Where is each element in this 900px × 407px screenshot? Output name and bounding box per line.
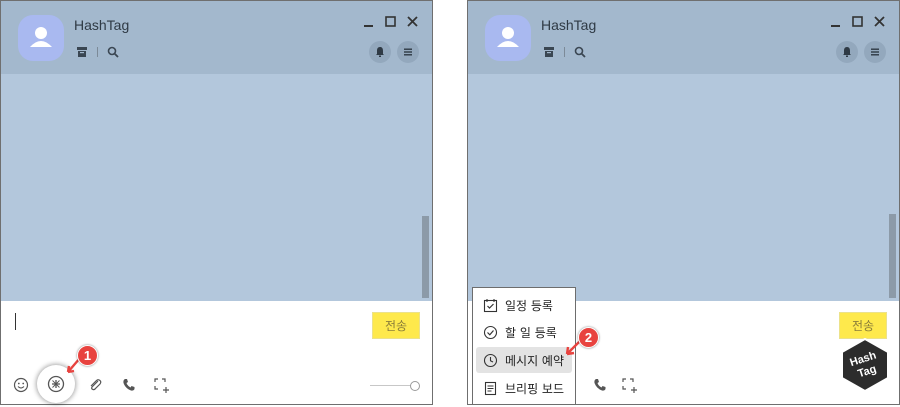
close-icon[interactable]: [873, 13, 886, 27]
send-button[interactable]: 전송: [839, 312, 887, 339]
person-icon: [30, 27, 52, 47]
header-right-buttons: [836, 41, 886, 63]
header-tools: [543, 45, 586, 59]
minimize-icon[interactable]: [362, 13, 375, 27]
capture-icon[interactable]: [619, 375, 639, 395]
menu-item-label: 브리핑 보드: [505, 381, 565, 396]
menu-item-schedule-message[interactable]: 메시지 예약: [476, 347, 572, 373]
window-controls: [829, 13, 886, 27]
chat-window-left: HashTag 전송: [0, 0, 433, 405]
menu-item-schedule[interactable]: 일정 등록: [476, 292, 572, 318]
chat-header: HashTag: [468, 1, 899, 74]
chat-title: HashTag: [541, 17, 597, 33]
hamburger-icon: [404, 48, 412, 56]
emoticon-icon[interactable]: [11, 375, 31, 395]
chat-title: HashTag: [74, 17, 130, 33]
menu-button[interactable]: [397, 41, 419, 63]
paperclip-icon[interactable]: [85, 375, 105, 395]
scrollbar[interactable]: [422, 216, 429, 298]
menu-item-label: 일정 등록: [505, 298, 553, 313]
phone-icon[interactable]: [119, 375, 139, 395]
search-icon[interactable]: [574, 43, 586, 62]
bell-icon: [376, 47, 384, 57]
chat-area[interactable]: [468, 74, 899, 301]
send-button[interactable]: 전송: [372, 312, 420, 339]
menu-item-todo[interactable]: 할 일 등록: [476, 319, 572, 345]
divider: [97, 47, 98, 57]
document-icon: [484, 381, 497, 395]
menu-item-briefing-board[interactable]: 브리핑 보드: [476, 375, 572, 401]
chat-area[interactable]: [1, 74, 432, 301]
phone-icon[interactable]: [590, 375, 610, 395]
header-tools: [76, 45, 119, 59]
menu-button[interactable]: [864, 41, 886, 63]
opacity-slider[interactable]: [370, 381, 420, 391]
hashtag-logo: Hash Tag: [840, 337, 890, 393]
archive-icon[interactable]: [76, 43, 88, 62]
slider-knob[interactable]: [410, 381, 420, 391]
person-icon: [497, 27, 519, 47]
step-badge-1: 1: [77, 345, 98, 366]
bell-icon: [843, 47, 851, 57]
step-badge-2: 2: [578, 327, 599, 348]
check-circle-icon: [483, 325, 498, 339]
close-icon[interactable]: [406, 13, 419, 27]
clock-icon: [483, 353, 498, 367]
menu-item-label: 메시지 예약: [505, 353, 565, 368]
chat-header: HashTag: [1, 1, 432, 74]
maximize-icon[interactable]: [851, 13, 864, 27]
notification-button[interactable]: [836, 41, 858, 63]
avatar[interactable]: [18, 15, 64, 61]
menu-item-label: 할 일 등록: [505, 325, 557, 340]
hamburger-icon: [871, 48, 879, 56]
calendar-check-icon: [483, 298, 498, 312]
window-controls: [362, 13, 419, 27]
divider: [564, 47, 565, 57]
maximize-icon[interactable]: [384, 13, 397, 27]
avatar[interactable]: [485, 15, 531, 61]
more-features-menu: 일정 등록 할 일 등록 메시지 예약 브리핑 보드: [472, 287, 576, 405]
minimize-icon[interactable]: [829, 13, 842, 27]
slider-track: [370, 385, 414, 386]
archive-icon[interactable]: [543, 43, 555, 62]
capture-icon[interactable]: [151, 375, 171, 395]
scrollbar[interactable]: [889, 214, 896, 298]
header-right-buttons: [369, 41, 419, 63]
notification-button[interactable]: [369, 41, 391, 63]
text-caret: [15, 313, 16, 330]
search-icon[interactable]: [107, 43, 119, 62]
